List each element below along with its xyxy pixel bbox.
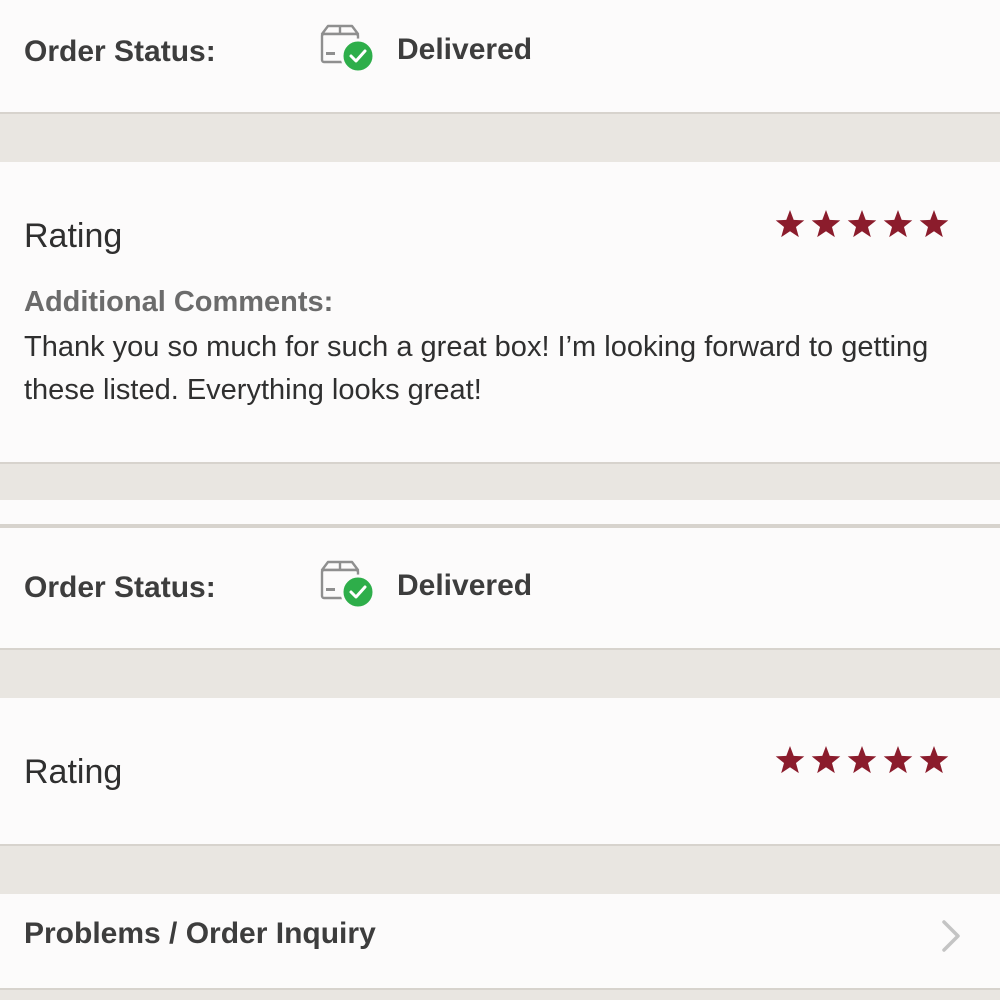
star-filled-icon [775,746,805,774]
star-filled-icon [847,210,877,238]
order-status-label: Order Status: [24,35,216,68]
section-divider [0,112,1000,162]
comments-text: Thank you so much for such a great box! … [24,331,929,406]
rating-card: Rating [0,698,1000,844]
rating-label: Rating [24,217,123,255]
star-filled-icon [883,746,913,774]
star-filled-icon [883,210,913,238]
rating-label: Rating [24,753,123,791]
section-spacer [0,500,1000,526]
star-filled-icon [811,210,841,238]
delivered-box-icon [320,560,376,610]
star-rating [775,210,949,238]
order-status-value: Delivered [397,33,533,66]
section-divider [0,648,1000,698]
comments-heading: Additional Comments: [24,286,334,318]
chevron-right-icon [942,920,960,952]
section-divider [0,844,1000,894]
delivered-box-icon [320,24,376,74]
star-filled-icon [847,746,877,774]
star-filled-icon [811,746,841,774]
star-filled-icon [919,210,949,238]
order-inquiry-label: Problems / Order Inquiry [24,917,376,950]
order-inquiry-row[interactable]: Problems / Order Inquiry [0,894,1000,988]
order-status-value: Delivered [397,569,533,602]
order-status-card: Order Status: Delivered [0,528,1000,648]
order-status-label: Order Status: [24,571,216,604]
section-divider [0,988,1000,1000]
star-filled-icon [775,210,805,238]
order-status-card: Order Status: Delivered [0,0,1000,112]
star-filled-icon [919,746,949,774]
rating-card: Rating Additional Comments: Thank you so… [0,162,1000,462]
star-rating [775,746,949,774]
